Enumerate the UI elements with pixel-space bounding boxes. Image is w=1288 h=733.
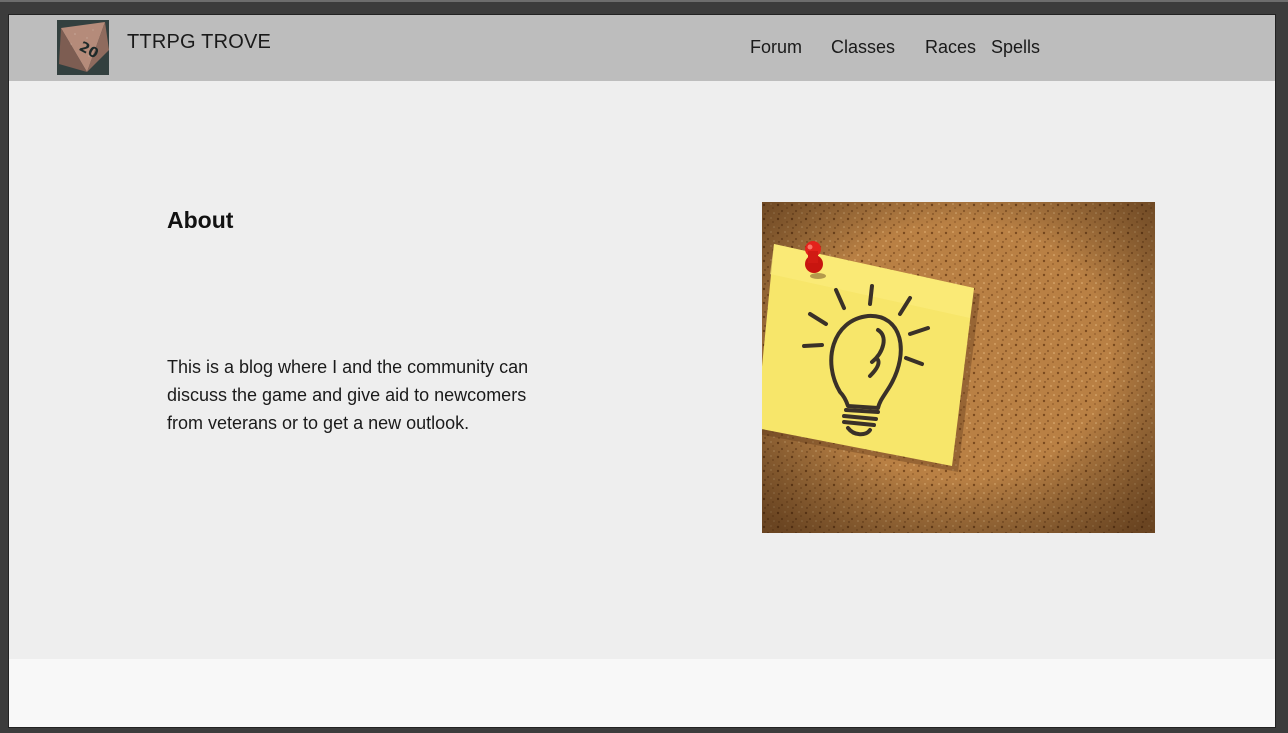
page-footer <box>9 659 1275 727</box>
site-title[interactable]: TTRPG TROVE <box>127 31 271 54</box>
site-logo[interactable]: 20 <box>57 20 109 75</box>
lightbulb-sticky-note-image <box>762 202 1155 533</box>
about-section: About This is a blog where I and the com… <box>9 81 1275 659</box>
d20-dice-icon: 20 <box>57 20 109 75</box>
window-frame: 20 TTRPG TROVE Forum Classes Races Spell… <box>0 0 1288 733</box>
nav-link-spells[interactable]: Spells <box>991 37 1040 58</box>
nav-link-forum[interactable]: Forum <box>750 37 802 58</box>
about-description: This is a blog where I and the community… <box>167 357 529 433</box>
nav-link-races[interactable]: Races <box>925 37 976 58</box>
lightbulb-sticky-note-icon <box>762 202 1155 533</box>
navbar: 20 TTRPG TROVE Forum Classes Races Spell… <box>9 15 1275 81</box>
about-heading: About <box>167 207 234 233</box>
browser-viewport: 20 TTRPG TROVE Forum Classes Races Spell… <box>8 14 1276 728</box>
nav-link-classes[interactable]: Classes <box>831 37 895 58</box>
